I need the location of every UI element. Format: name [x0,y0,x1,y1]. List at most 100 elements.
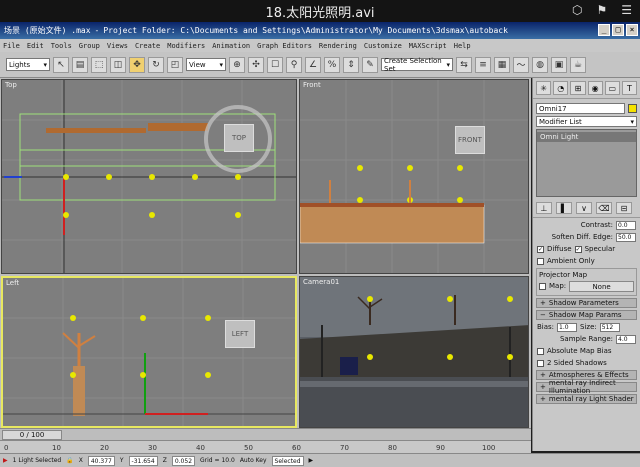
x-coordinate-field[interactable]: 40.377 [87,455,115,466]
select-manipulate-icon[interactable]: ☐ [267,56,283,73]
select-by-name-icon[interactable]: ▤ [72,56,88,73]
time-slider-thumb[interactable]: 0 / 100 [2,430,62,440]
mirror-icon[interactable]: ⇆ [456,56,472,73]
quick-render-icon[interactable]: ☕ [570,56,586,73]
maxscript-listener-icon[interactable]: ▶ [3,457,8,464]
ambient-only-checkbox[interactable] [537,257,544,265]
menu-maxscript[interactable]: MAXScript [409,42,447,50]
menu-file[interactable]: File [3,42,20,50]
sample-range-spinner[interactable]: 4.0 [616,334,636,344]
angle-snap-icon[interactable]: ∠ [305,56,321,73]
window-crossing-icon[interactable]: ◫ [110,56,126,73]
bias-spinner[interactable]: 1.0 [557,322,578,332]
z-coordinate-field[interactable]: 0.052 [171,455,196,466]
remove-modifier-icon[interactable]: ⌫ [596,202,612,214]
shadow-parameters-rollout[interactable]: + Shadow Parameters [536,298,637,308]
menu-edit[interactable]: Edit [27,42,44,50]
menu-animation[interactable]: Animation [212,42,250,50]
maximize-icon[interactable]: □ [612,24,624,36]
play-icon[interactable]: ▶ [309,457,314,464]
two-sided-checkbox[interactable] [537,359,544,367]
snap-toggle-icon[interactable]: ⚲ [286,56,302,73]
make-unique-icon[interactable]: ∨ [576,202,592,214]
pin-stack-icon[interactable]: ⊥ [536,202,552,214]
menu-icon[interactable]: ☰ [621,3,632,17]
viewport-camera-label[interactable]: Camera01 [303,278,339,286]
lock-icon[interactable]: 🔒 [66,457,73,464]
mr-shader-rollout[interactable]: + mental ray Light Shader [536,394,637,404]
bias-size-row: Bias: 1.0 Size: 512 [537,322,636,332]
named-selection-dropdown[interactable]: Create Selection Set ▾ [381,57,453,73]
mr-indirect-rollout[interactable]: + mental ray Indirect Illumination [536,379,637,395]
diffuse-checkbox[interactable]: ✓ [537,245,544,253]
modifier-list-dropdown[interactable]: Modifier List ▾ [536,116,637,127]
modify-tab-icon[interactable]: ◔ [553,81,569,95]
cube-icon[interactable]: ⬡ [572,3,582,17]
track-bar[interactable]: 0 10 20 30 40 50 60 70 80 90 100 [0,440,531,453]
viewport-front[interactable]: Front FRONT [299,79,529,274]
edit-named-selection-icon[interactable]: ✎ [362,56,378,73]
viewcube-top[interactable]: TOP [224,124,254,152]
auto-key-button[interactable]: Auto Key [240,457,267,464]
selection-filter-dropdown[interactable]: Lights ▾ [6,58,50,71]
shadow-map-params-rollout[interactable]: − Shadow Map Params [536,310,637,320]
viewcube-left[interactable]: LEFT [225,320,255,348]
menu-graph-editors[interactable]: Graph Editors [257,42,312,50]
layer-manager-icon[interactable]: ▦ [494,56,510,73]
minimize-icon[interactable]: _ [598,24,610,36]
viewport-front-label[interactable]: Front [303,81,321,89]
object-name-field[interactable]: Omni17 [536,103,625,114]
close-icon[interactable]: × [626,24,638,36]
viewport-camera[interactable]: Camera01 [299,276,529,428]
hierarchy-tab-icon[interactable]: ⊞ [570,81,586,95]
rect-selection-icon[interactable]: ⬚ [91,56,107,73]
viewport-left-label[interactable]: Left [6,279,19,287]
curve-editor-icon[interactable]: 〜 [513,56,529,73]
y-coordinate-field[interactable]: -31.654 [128,455,158,466]
menu-views[interactable]: Views [107,42,128,50]
soften-spinner[interactable]: 50.0 [616,232,636,242]
menu-create[interactable]: Create [135,42,160,50]
viewport-top[interactable]: Top TOP [1,79,297,274]
reference-coord-dropdown[interactable]: View ▾ [186,58,226,71]
viewport-left[interactable]: Left LEFT [1,276,297,428]
align-icon[interactable]: ≡ [475,56,491,73]
pivot-icon[interactable]: ⊕ [229,56,245,73]
percent-snap-icon[interactable]: % [324,56,340,73]
move-icon[interactable]: ✥ [129,56,145,73]
absolute-bias-checkbox[interactable] [537,347,544,355]
menu-modifiers[interactable]: Modifiers [167,42,205,50]
menu-tools[interactable]: Tools [51,42,72,50]
material-editor-icon[interactable]: ◍ [532,56,548,73]
show-end-result-icon[interactable]: ▌ [556,202,572,214]
menu-group[interactable]: Group [79,42,100,50]
rotate-icon[interactable]: ↻ [148,56,164,73]
viewcube-front[interactable]: FRONT [455,126,485,154]
scale-icon[interactable]: ◰ [167,56,183,73]
motion-tab-icon[interactable]: ◉ [587,81,603,95]
menu-rendering[interactable]: Rendering [319,42,357,50]
app-title-bar: 场景 (原始文件) .max - Project Folder: C:\Docu… [0,22,640,39]
utilities-tab-icon[interactable]: T [621,81,638,95]
menu-help[interactable]: Help [454,42,471,50]
render-setup-icon[interactable]: ▣ [551,56,567,73]
contrast-spinner[interactable]: 0.0 [616,220,636,230]
shadow-map-params-label: Shadow Map Params [548,311,622,319]
stack-item-omni-light[interactable]: Omni Light [537,132,636,142]
size-spinner[interactable]: 512 [599,322,620,332]
snap-icon[interactable]: ✣ [248,56,264,73]
spinner-snap-icon[interactable]: ⇕ [343,56,359,73]
key-filter-dropdown[interactable]: Selected [271,455,304,466]
create-tab-icon[interactable]: ✳ [536,81,552,95]
notification-icon[interactable]: ⚑ [596,3,607,17]
time-slider[interactable]: 0 / 100 [0,428,531,440]
menu-customize[interactable]: Customize [364,42,402,50]
select-object-icon[interactable]: ↖ [53,56,69,73]
configure-sets-icon[interactable]: ⊟ [616,202,632,214]
object-color-swatch[interactable] [628,104,637,113]
viewport-top-label[interactable]: Top [5,81,17,89]
map-button[interactable]: None [569,280,634,292]
display-tab-icon[interactable]: ▭ [604,81,620,95]
specular-checkbox[interactable]: ✓ [574,245,582,253]
map-checkbox[interactable] [539,282,546,290]
